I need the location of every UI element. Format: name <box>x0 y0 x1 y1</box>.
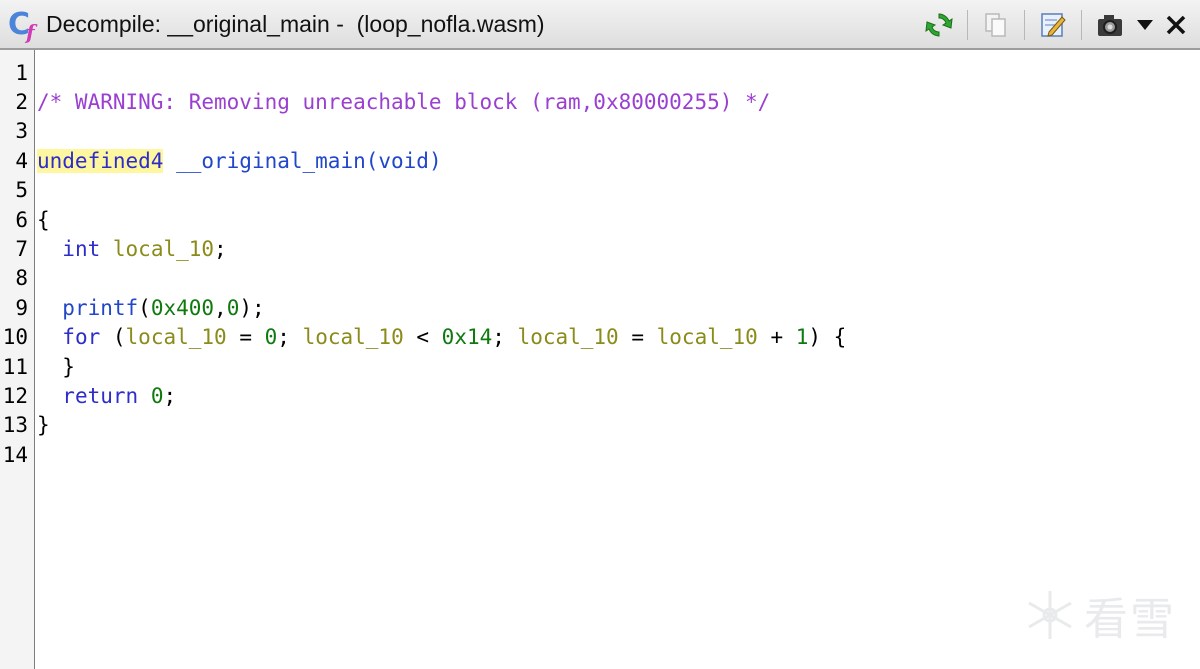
type-keyword[interactable]: int <box>62 237 100 261</box>
code-line: 1 <box>0 58 1200 87</box>
close-icon[interactable] <box>1160 7 1192 43</box>
code-line: 2 /* WARNING: Removing unreachable block… <box>0 87 1200 116</box>
line-number: 9 <box>15 295 28 320</box>
variable-token[interactable]: local_10 <box>657 325 758 349</box>
edit-icon[interactable] <box>1033 7 1073 43</box>
keyword-token[interactable]: for <box>62 325 100 349</box>
code-line: 7 int local_10; <box>0 234 1200 263</box>
number-token[interactable]: 0 <box>151 384 164 408</box>
variable-token[interactable]: local_10 <box>518 325 619 349</box>
refresh-icon[interactable] <box>919 7 959 43</box>
close-brace: } <box>37 413 50 438</box>
code-line: 13 } <box>0 411 1200 440</box>
code-line: 6 { <box>0 205 1200 234</box>
keyword-token[interactable]: return <box>62 384 138 408</box>
line-number: 2 <box>15 90 28 115</box>
variable-token[interactable]: local_10 <box>303 325 404 349</box>
toolbar-separator <box>967 10 968 40</box>
variable-token[interactable]: local_10 <box>113 237 214 261</box>
open-brace: { <box>37 207 50 232</box>
toolbar-separator <box>1024 10 1025 40</box>
watermark: 看雪 <box>1022 583 1176 647</box>
toolbar <box>919 6 1192 44</box>
decompiler-icon: Cf <box>8 7 35 44</box>
code-line: 5 <box>0 176 1200 205</box>
line-number: 1 <box>15 60 28 85</box>
line-number: 6 <box>15 207 28 232</box>
line-number: 4 <box>15 148 28 173</box>
window-titlebar: Cf Decompile: __original_main - (loop_no… <box>0 0 1200 50</box>
function-signature[interactable]: __original_main(void) <box>163 149 442 173</box>
close-brace: } <box>62 354 75 379</box>
copy-icon[interactable] <box>976 7 1016 43</box>
code-line: 12 return 0; <box>0 381 1200 410</box>
code-line: 8 <box>0 264 1200 293</box>
number-token[interactable]: 0 <box>227 296 240 320</box>
number-token[interactable]: 0 <box>265 325 278 349</box>
return-type-token[interactable]: undefined4 <box>37 148 164 173</box>
code-line: 4 undefined4 __original_main(void) <box>0 146 1200 175</box>
line-number: 13 <box>2 413 28 438</box>
toolbar-separator <box>1081 10 1082 40</box>
variable-token[interactable]: local_10 <box>126 325 227 349</box>
decompiler-editor[interactable]: 1 2 /* WARNING: Removing unreachable blo… <box>0 50 1200 669</box>
warning-comment: /* WARNING: Removing unreachable block (… <box>37 90 771 115</box>
line-number: 10 <box>2 325 28 350</box>
window-title: Decompile: __original_main - (loop_nofla… <box>46 10 545 37</box>
code-line: 14 <box>0 440 1200 469</box>
line-number: 3 <box>15 119 28 144</box>
line-number: 5 <box>15 178 28 203</box>
line-number: 11 <box>2 354 28 379</box>
snapshot-icon[interactable] <box>1090 7 1130 43</box>
line-number: 12 <box>2 383 28 408</box>
number-token[interactable]: 0x14 <box>442 325 493 349</box>
watermark-text: 看雪 <box>1084 595 1176 644</box>
number-token[interactable]: 1 <box>796 325 809 349</box>
dropdown-menu-icon[interactable] <box>1130 7 1160 43</box>
line-number: 7 <box>15 237 28 262</box>
line-number: 8 <box>15 266 28 291</box>
line-number: 14 <box>2 442 28 467</box>
code-line: 11 } <box>0 352 1200 381</box>
function-call-token[interactable]: printf <box>62 296 138 320</box>
code-line: 9 printf(0x400,0); <box>0 293 1200 322</box>
code-line: 10 for (local_10 = 0; local_10 < 0x14; l… <box>0 323 1200 352</box>
code-line: 3 <box>0 117 1200 146</box>
snowflake-icon <box>1028 591 1072 639</box>
number-token[interactable]: 0x400 <box>151 296 214 320</box>
code-view[interactable]: 1 2 /* WARNING: Removing unreachable blo… <box>0 58 1200 469</box>
